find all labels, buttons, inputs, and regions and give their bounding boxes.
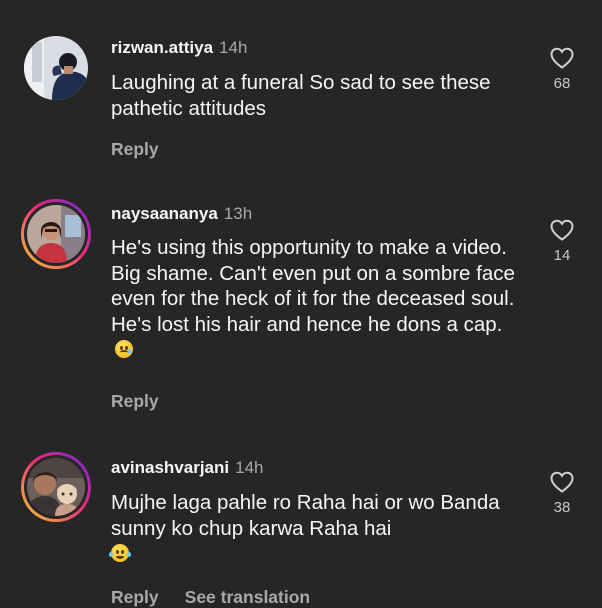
comment-actions: Reply: [111, 139, 159, 160]
comment-body: Mujhe laga pahle ro Raha hai or wo Banda…: [111, 491, 500, 540]
sad-face-emoji: [115, 340, 133, 358]
see-translation-link[interactable]: See translation: [185, 587, 310, 607]
reply-button[interactable]: Reply: [111, 139, 159, 159]
reply-button[interactable]: Reply: [111, 587, 159, 607]
avatar-image: [27, 205, 85, 263]
comment-text: Laughing at a funeral So sad to see thes…: [111, 71, 491, 120]
like-count: 14: [553, 247, 571, 264]
story-ring: [24, 202, 88, 266]
avatar[interactable]: [24, 36, 88, 100]
like-control: 68: [540, 46, 584, 92]
username[interactable]: avinashvarjani: [111, 458, 229, 477]
avatar-image: [24, 36, 88, 100]
heart-outline-icon[interactable]: [540, 46, 584, 70]
comment-actions: Reply: [111, 391, 159, 412]
tears-of-joy-emoji: [109, 544, 131, 562]
comment-header: rizwan.attiya 14h: [111, 38, 247, 58]
avatar-image: [27, 458, 85, 516]
comment-header: naysaananya 13h: [111, 204, 252, 224]
like-count: 38: [553, 499, 571, 516]
like-control: 14: [540, 218, 584, 264]
like-control: 38: [540, 470, 584, 516]
comment-header: avinashvarjani 14h: [111, 458, 264, 478]
story-ring: [24, 455, 88, 519]
timestamp: 14h: [235, 458, 264, 477]
username[interactable]: rizwan.attiya: [111, 38, 213, 57]
reply-button[interactable]: Reply: [111, 391, 159, 411]
timestamp: 14h: [219, 38, 248, 57]
like-count: 68: [553, 75, 571, 92]
username[interactable]: naysaananya: [111, 204, 218, 223]
comment-text: Mujhe laga pahle ro Raha hai or wo Banda…: [109, 490, 511, 567]
heart-outline-icon[interactable]: [540, 470, 584, 494]
timestamp: 13h: [223, 204, 253, 223]
avatar[interactable]: [21, 199, 91, 269]
avatar[interactable]: [21, 452, 91, 522]
comment-text: He's using this opportunity to make a vi…: [111, 235, 521, 363]
comment-body: He's using this opportunity to make a vi…: [111, 236, 515, 336]
heart-outline-icon[interactable]: [540, 218, 584, 242]
